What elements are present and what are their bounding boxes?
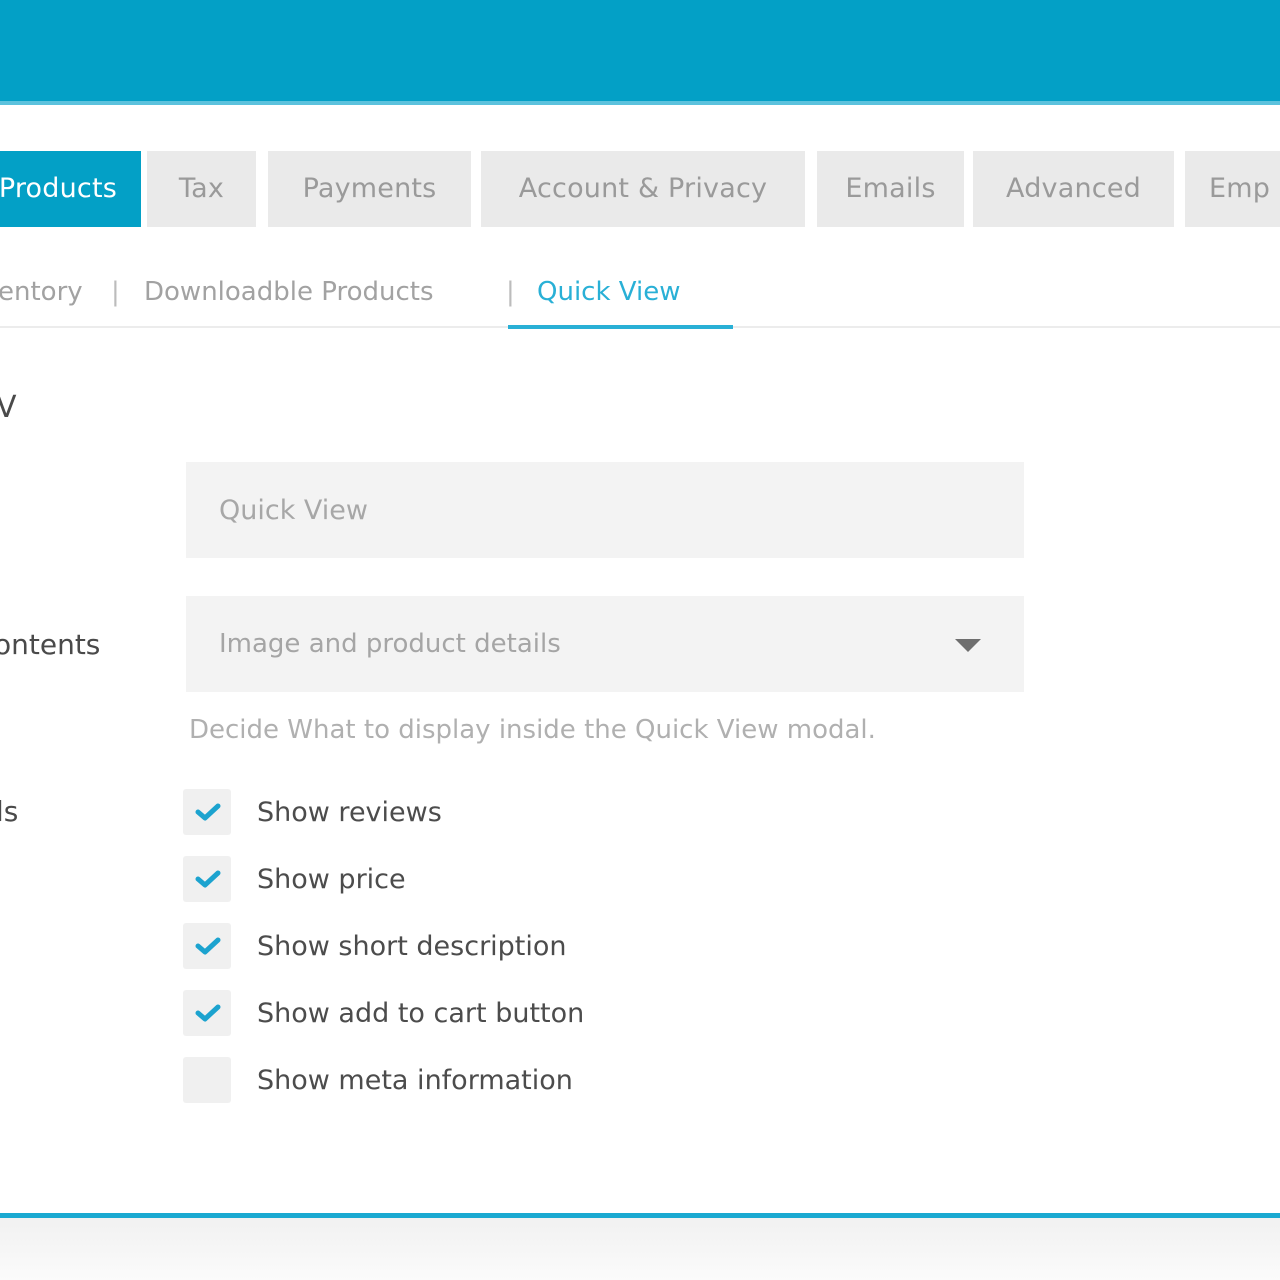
tab-emails[interactable]: Emails xyxy=(817,151,964,227)
show-meta-information-label: Show meta information xyxy=(257,1065,573,1096)
checkmark-icon xyxy=(195,870,221,888)
tab-products[interactable]: Products xyxy=(0,151,141,227)
show-reviews-checkbox[interactable] xyxy=(183,789,231,835)
show-short-description-label: Show short description xyxy=(257,931,567,962)
show-price-checkbox[interactable] xyxy=(183,856,231,902)
footer-area xyxy=(0,1218,1280,1280)
subnav-active-indicator xyxy=(508,325,733,329)
contents-select[interactable]: Image and product details xyxy=(186,596,1024,692)
show-add-to-cart-checkbox[interactable] xyxy=(183,990,231,1036)
contents-label: ontents xyxy=(0,628,101,661)
show-short-description-checkbox[interactable] xyxy=(183,923,231,969)
contents-help-text: Decide What to display inside the Quick … xyxy=(189,715,876,745)
tab-emp[interactable]: Emp xyxy=(1185,151,1280,227)
subnav-inventory[interactable]: entory xyxy=(0,270,83,314)
subnav-quick-view[interactable]: Quick View xyxy=(537,270,680,314)
quick-view-label-input[interactable] xyxy=(186,462,1024,558)
chevron-down-icon[interactable] xyxy=(955,639,981,652)
header-bar-edge xyxy=(0,101,1280,105)
checkmark-icon xyxy=(195,937,221,955)
tab-advanced[interactable]: Advanced xyxy=(973,151,1174,227)
header-bar xyxy=(0,0,1280,101)
show-meta-information-checkbox[interactable] xyxy=(183,1057,231,1103)
checkmark-icon xyxy=(195,1004,221,1022)
details-label: ls xyxy=(0,795,19,828)
subnav-separator: | xyxy=(506,277,515,307)
section-title: V xyxy=(0,390,17,425)
tab-payments[interactable]: Payments xyxy=(268,151,471,227)
contents-select-value: Image and product details xyxy=(219,629,561,659)
tab-tax[interactable]: Tax xyxy=(147,151,256,227)
subnav-downloadable-products[interactable]: Downloadble Products xyxy=(144,270,434,314)
show-price-label: Show price xyxy=(257,864,406,895)
show-add-to-cart-label: Show add to cart button xyxy=(257,998,585,1029)
subnav-separator: | xyxy=(111,277,120,307)
checkmark-icon xyxy=(195,803,221,821)
tab-account-privacy[interactable]: Account & Privacy xyxy=(481,151,805,227)
show-reviews-label: Show reviews xyxy=(257,797,442,828)
